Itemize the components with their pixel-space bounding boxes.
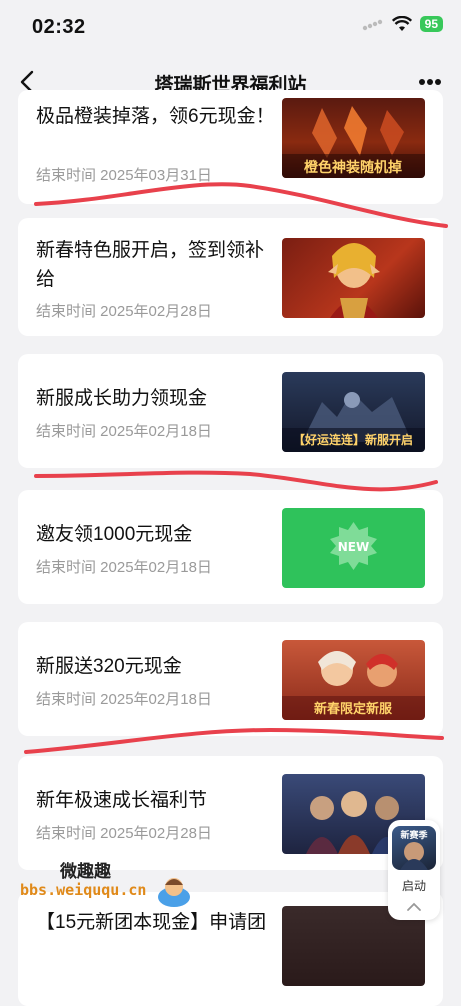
activity-card[interactable]: 新年极速成长福利节 结束时间 2025年02月28日 — [18, 756, 443, 870]
activity-card[interactable]: 极品橙装掉落，领6元现金！ 结束时间 2025年03月31日 橙色神装随机掉 — [18, 90, 443, 204]
activity-title: 极品橙装掉落，领6元现金！ — [36, 106, 275, 127]
activity-card[interactable]: 新服成长助力领现金 结束时间 2025年02月18日 【好运连连】新服开启 — [18, 354, 443, 468]
game-app-icon-label: 新赛季 — [400, 829, 428, 841]
watermark-url: bbs.weiququ.cn — [20, 881, 147, 899]
activity-end-date: 结束时间 2025年02月18日 — [36, 423, 212, 440]
new-badge-label: NEW — [338, 540, 369, 554]
activity-title: 新春特色服开启，签到领补给 — [36, 240, 265, 290]
more-dots-icon[interactable] — [417, 72, 443, 92]
watermark: 微趣趣 bbs.weiququ.cn — [20, 855, 200, 915]
thumb-caption: 橙色神装随机掉 — [304, 159, 402, 176]
activity-end-date: 结束时间 2025年02月18日 — [36, 559, 212, 576]
activity-card[interactable]: 新服送320元现金 结束时间 2025年02月18日 新春限定新服 — [18, 622, 443, 736]
game-app-icon: 新赛季 — [392, 826, 436, 870]
activity-thumbnail: NEW — [282, 508, 425, 588]
activity-end-date: 结束时间 2025年02月18日 — [36, 691, 212, 708]
watermark-text: 微趣趣 — [60, 862, 111, 882]
status-time: 02:32 — [32, 16, 86, 38]
activity-card[interactable]: 新春特色服开启，签到领补给 结束时间 2025年02月28日 — [18, 218, 443, 336]
launch-widget[interactable]: 新赛季 启动 — [388, 820, 440, 920]
chevron-up-icon[interactable] — [406, 902, 422, 912]
activity-thumbnail: 【好运连连】新服开启 — [282, 372, 425, 452]
activity-thumbnail — [282, 238, 425, 318]
status-bar: 02:32 95 — [0, 0, 461, 56]
thumb-caption: 【好运连连】新服开启 — [293, 432, 413, 447]
activity-thumbnail: 新春限定新服 — [282, 640, 425, 720]
wifi-icon — [391, 16, 412, 31]
status-icons: 95 — [362, 16, 443, 32]
mascot-icon — [158, 878, 190, 907]
thumb-caption: 新春限定新服 — [314, 701, 393, 717]
activity-end-date: 结束时间 2025年02月28日 — [36, 303, 212, 320]
activity-title: 新服成长助力领现金 — [36, 388, 208, 409]
cellular-icon — [362, 19, 382, 31]
activity-title: 新服送320元现金 — [36, 656, 182, 677]
activity-title: 邀友领1000元现金 — [36, 524, 193, 545]
launch-label: 启动 — [401, 879, 426, 893]
activity-card[interactable]: 邀友领1000元现金 结束时间 2025年02月18日 NEW — [18, 490, 443, 604]
activity-end-date: 结束时间 2025年02月28日 — [36, 825, 212, 842]
activity-thumbnail: 橙色神装随机掉 — [282, 98, 425, 178]
activity-end-date: 结束时间 2025年03月31日 — [36, 167, 212, 184]
activity-title: 新年极速成长福利节 — [36, 790, 208, 811]
battery-icon: 95 — [419, 16, 443, 32]
